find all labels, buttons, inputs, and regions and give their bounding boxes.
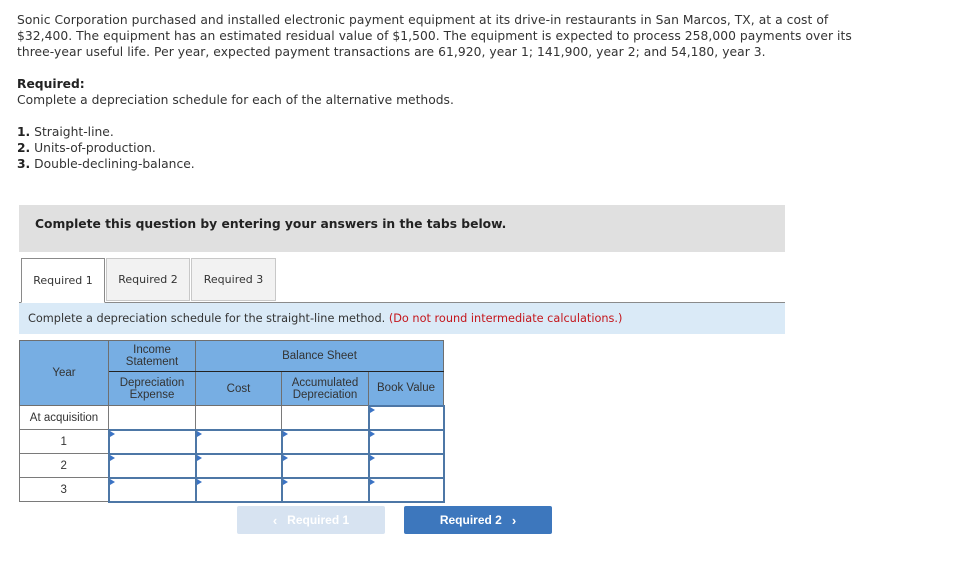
item-number: 3. [17,157,31,171]
tab-required-1[interactable]: Required 1 [21,258,105,303]
prev-button-label: Required 1 [287,513,350,527]
empty-cell [108,405,196,430]
cost-input-cell[interactable] [194,428,283,455]
cost-input[interactable] [196,430,281,453]
book-value-input[interactable] [369,430,443,453]
item-text: Double-declining-balance. [34,157,195,171]
table-row: 3 [19,476,445,503]
problem-paragraph: Sonic Corporation purchased and installe… [17,13,852,59]
header-depreciation-expense: Depreciation Expense [108,371,196,406]
chevron-left-icon: ‹ [272,512,278,528]
cost-input[interactable] [196,478,281,501]
required-item: 3. Double-declining-balance. [17,156,195,172]
tab-label: Required 1 [33,274,93,287]
depreciation-expense-input[interactable] [109,478,195,501]
tab-bar: Required 1 Required 2 Required 3 [19,258,785,303]
header-income-statement-label: Income Statement [125,344,179,369]
item-number: 1. [17,125,31,139]
depreciation-expense-input[interactable] [109,430,195,453]
table-row: At acquisition [19,404,445,431]
empty-cell [281,405,369,430]
chevron-right-icon: › [511,512,517,528]
item-text: Units-of-production. [34,141,156,155]
header-cost: Cost [195,371,282,406]
header-accumulated-depreciation-label: Accumulated Depreciation [291,376,359,401]
required-heading: Required: [17,77,85,91]
instruction-bar: Complete a depreciation schedule for the… [19,303,785,334]
table-row: 2 [19,452,445,479]
instruction-note: (Do not round intermediate calculations.… [388,312,623,325]
book-value-input[interactable] [369,406,443,429]
year-cell: 3 [19,477,109,502]
table-row: 1 [19,428,445,455]
item-text: Straight-line. [34,125,114,139]
accumulated-depreciation-input-cell[interactable] [280,452,370,479]
empty-cell [195,405,282,430]
required-item: 1. Straight-line. [17,124,195,140]
header-balance-sheet: Balance Sheet [195,339,444,373]
year-cell: 1 [19,429,109,454]
cost-input-cell[interactable] [194,476,283,503]
tab-label: Required 2 [118,273,178,286]
header-book-value: Book Value [368,371,444,406]
book-value-input-cell[interactable] [367,428,445,455]
depreciation-schedule-table: Year Income Statement Balance Sheet Depr… [19,339,445,503]
instruction-main: Complete a depreciation schedule for the… [28,312,386,325]
required-item: 2. Units-of-production. [17,140,195,156]
header-income-statement: Income Statement [108,339,196,373]
accumulated-depreciation-input-cell[interactable] [280,428,370,455]
instructions-banner: Complete this question by entering your … [19,205,785,252]
header-year: Year [19,340,109,406]
banner-text: Complete this question by entering your … [35,217,507,231]
cost-input-cell[interactable] [194,452,283,479]
depreciation-expense-input-cell[interactable] [107,476,197,503]
required-description: Complete a depreciation schedule for eac… [17,93,454,107]
book-value-input[interactable] [369,454,443,477]
accumulated-depreciation-input[interactable] [282,478,368,501]
depreciation-expense-input-cell[interactable] [107,452,197,479]
next-required-button[interactable]: Required 2 › [404,506,552,534]
depreciation-expense-input-cell[interactable] [107,428,197,455]
next-button-label: Required 2 [439,513,502,527]
tab-required-2[interactable]: Required 2 [106,258,190,301]
cost-input[interactable] [196,454,281,477]
book-value-input-cell[interactable] [367,452,445,479]
instruction-text: Complete a depreciation schedule for the… [28,312,622,325]
header-depreciation-expense-label: Depreciation Expense [119,376,185,401]
depreciation-expense-input[interactable] [109,454,195,477]
prev-required-button: ‹ Required 1 [237,506,385,534]
year-cell: At acquisition [19,405,109,430]
accumulated-depreciation-input[interactable] [282,430,368,453]
item-number: 2. [17,141,31,155]
header-accumulated-depreciation: Accumulated Depreciation [281,371,369,406]
year-cell: 2 [19,453,109,478]
book-value-input-cell[interactable] [367,404,445,431]
accumulated-depreciation-input-cell[interactable] [280,476,370,503]
tab-label: Required 3 [203,273,264,286]
accumulated-depreciation-input[interactable] [282,454,368,477]
book-value-input-cell[interactable] [367,476,445,503]
problem-statement: Sonic Corporation purchased and installe… [17,12,867,60]
tab-required-3[interactable]: Required 3 [191,258,276,301]
required-list: 1. Straight-line. 2. Units-of-production… [17,124,195,172]
book-value-input[interactable] [369,478,443,501]
